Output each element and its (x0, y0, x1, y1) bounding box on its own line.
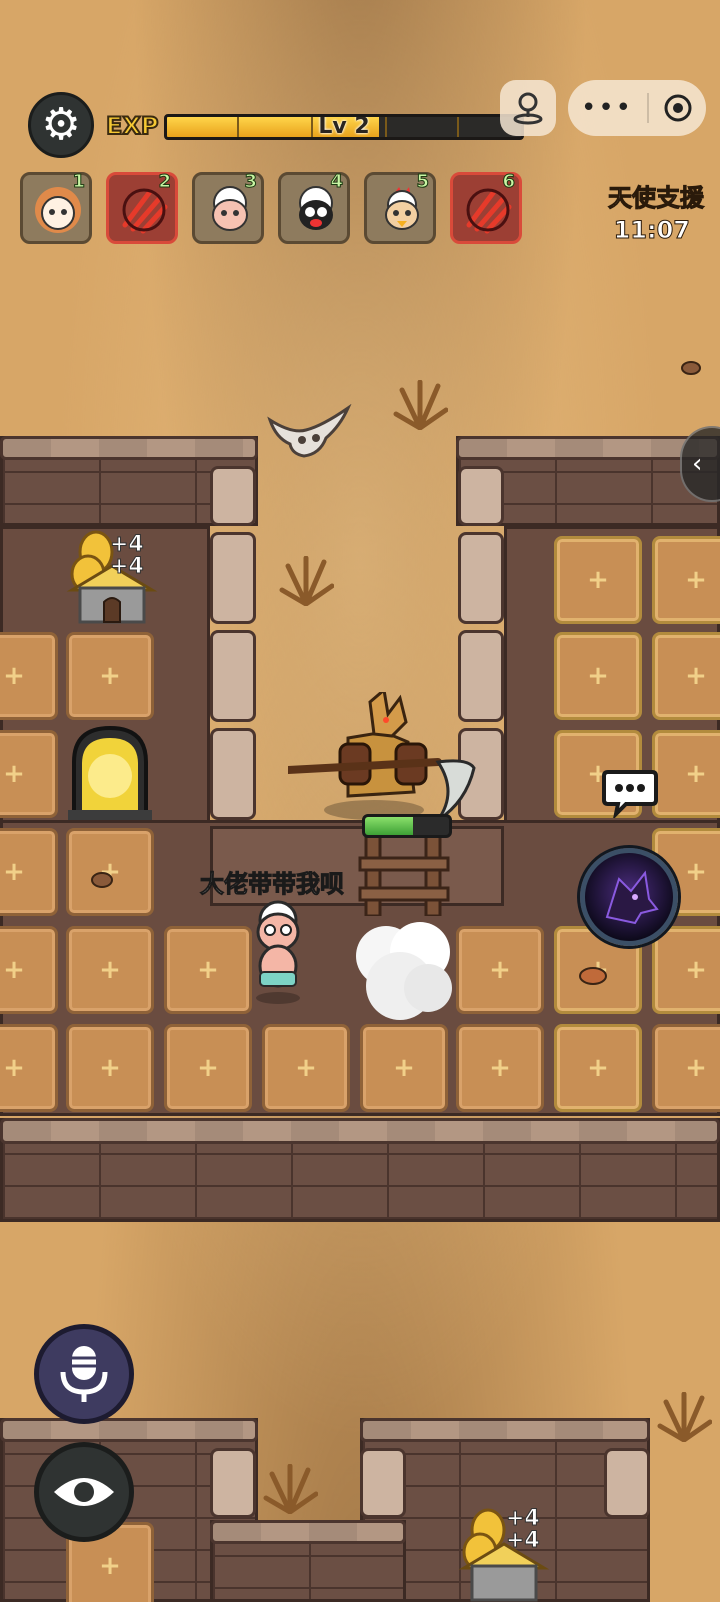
team-slot[interactable]: 3 (192, 171, 264, 244)
empty-build-slot[interactable] (554, 1024, 642, 1112)
empty-build-slot[interactable] (360, 1024, 448, 1112)
empty-build-slot[interactable] (0, 1024, 58, 1112)
empty-build-slot[interactable] (652, 1024, 720, 1112)
empty-build-slot[interactable] (652, 632, 720, 720)
empty-build-slot[interactable] (456, 1024, 544, 1112)
angel-support-title[interactable]: 天使支援 (608, 178, 705, 213)
slot-number: 4 (330, 171, 343, 193)
microphone-icon (60, 1346, 108, 1402)
wall-cap (360, 1418, 650, 1442)
microphone-button[interactable] (34, 1324, 134, 1424)
empty-build-slot[interactable] (0, 926, 58, 1014)
wolf-skill-icon (605, 870, 659, 925)
empty-build-slot[interactable] (66, 632, 154, 720)
empty-build-slot[interactable] (554, 536, 642, 624)
income-label: +4 (506, 1528, 541, 1553)
slot-number: 1 (72, 171, 85, 193)
empty-build-slot[interactable] (554, 632, 642, 720)
stone-pillar (210, 728, 256, 820)
player-chat-text: 大佬带带我呗 (200, 870, 345, 899)
claw-icon (466, 188, 512, 234)
player-pig-sheep[interactable] (244, 900, 310, 1004)
stone-pillar (360, 1448, 406, 1518)
sheep-icon (212, 186, 248, 231)
eye-icon (54, 1478, 114, 1506)
angel-support-timer: 11:07 (613, 216, 690, 245)
dry-plant-prop (279, 556, 334, 606)
more-dots-icon[interactable]: ••• (581, 93, 633, 123)
team-slot[interactable]: 2 (106, 171, 178, 244)
rock-prop (91, 872, 113, 888)
wall-cap (0, 1418, 258, 1442)
stone-pillar (458, 532, 504, 624)
joystick-icon (513, 92, 543, 125)
slot-number: 6 (502, 171, 515, 193)
level-text: Lv 2 (318, 114, 370, 139)
portal-door[interactable] (68, 724, 152, 820)
dry-plant-prop (263, 1464, 318, 1514)
gear-icon: ⚙ (41, 99, 81, 150)
team-slot[interactable]: 6 (450, 171, 522, 244)
boss-health-bar (362, 814, 452, 838)
wall-cap (0, 1118, 720, 1144)
empty-build-slot[interactable] (0, 730, 58, 818)
boss-anubis[interactable] (288, 692, 484, 822)
wooden-gate[interactable] (356, 836, 452, 916)
empty-build-slot[interactable] (164, 1024, 252, 1112)
chevron-left-icon: ‹ (692, 449, 703, 479)
sheep-lion-icon (35, 187, 81, 233)
rock-prop (681, 361, 701, 375)
stone-pillar (210, 466, 256, 526)
team-slot[interactable]: 4 (278, 171, 350, 244)
claw-icon (122, 188, 168, 234)
stone-pillar (210, 1448, 256, 1518)
stone-pillar (458, 466, 504, 526)
empty-build-slot[interactable] (164, 926, 252, 1014)
income-label: +4 (110, 532, 145, 557)
bull-skull-prop (267, 404, 352, 458)
empty-build-slot[interactable] (262, 1024, 350, 1112)
income-label: +4 (110, 554, 145, 579)
wolf-skill-button[interactable] (580, 848, 678, 946)
team-slot[interactable]: 5 (364, 171, 436, 244)
stone-pillar (604, 1448, 650, 1518)
joystick-button[interactable] (500, 80, 556, 136)
settings-button[interactable]: ⚙ (28, 92, 94, 158)
slot-number: 3 (244, 171, 257, 193)
dry-plant-prop (393, 380, 448, 430)
mini-program-menu: ••• (568, 80, 706, 136)
speech-bubble-icon (615, 784, 623, 792)
gold-house-building[interactable]: +4 +4 (458, 1506, 550, 1602)
gold-house-building[interactable]: +4 +4 (66, 530, 158, 626)
menu-divider (647, 93, 649, 123)
rock-prop (579, 967, 607, 985)
dry-plant-prop (657, 1392, 712, 1442)
empty-build-slot[interactable] (66, 1024, 154, 1112)
empty-build-slot[interactable] (66, 926, 154, 1014)
black-sheep-icon (299, 186, 333, 230)
slot-number: 5 (416, 171, 429, 193)
record-icon[interactable] (663, 93, 693, 123)
empty-build-slot[interactable] (0, 828, 58, 916)
exp-progress-bar: Lv 2 (164, 114, 524, 140)
empty-build-slot[interactable] (456, 926, 544, 1014)
wall-cap (0, 436, 258, 460)
empty-build-slot[interactable] (0, 632, 58, 720)
rooster-sheep-icon (385, 187, 419, 230)
wall-cap (210, 1520, 406, 1544)
slot-number: 2 (158, 171, 171, 193)
boss-health-fill (365, 817, 413, 835)
empty-build-slot[interactable] (652, 730, 720, 818)
income-label: +4 (506, 1506, 541, 1531)
chat-button[interactable] (602, 768, 658, 818)
stone-pillar (210, 630, 256, 722)
exp-label: EXP (105, 111, 159, 141)
team-slot[interactable]: 1 (20, 171, 92, 244)
empty-build-slot[interactable] (652, 536, 720, 624)
stone-pillar (210, 532, 256, 624)
view-toggle-button[interactable] (34, 1442, 134, 1542)
smoke-cloud (356, 922, 452, 1020)
